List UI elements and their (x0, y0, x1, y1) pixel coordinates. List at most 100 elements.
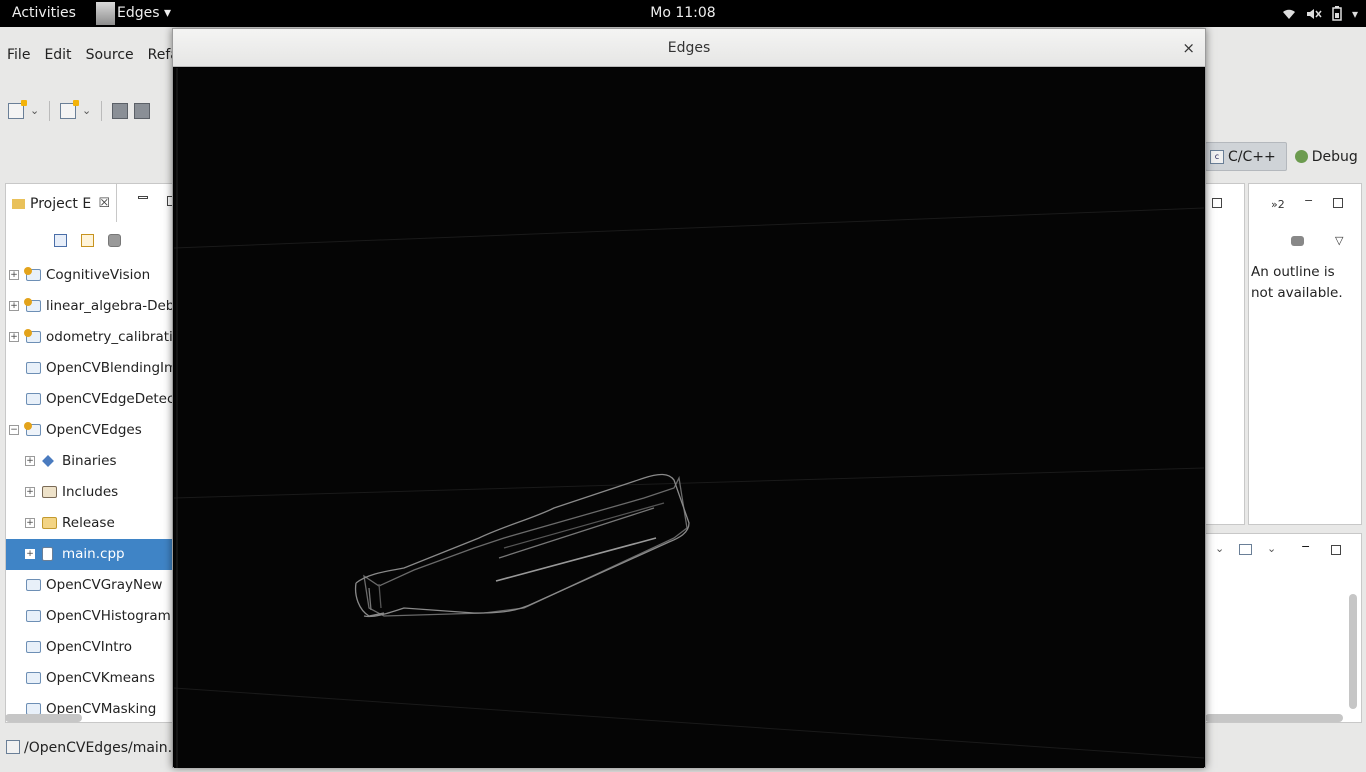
tree-item-label: Includes (62, 484, 119, 500)
expand-icon[interactable]: + (9, 332, 19, 342)
view-menu-icon[interactable] (108, 234, 121, 247)
folder-icon (26, 672, 41, 684)
tree-item[interactable]: + Binaries (6, 446, 172, 477)
link-with-editor-icon[interactable] (81, 234, 94, 247)
tree-item[interactable]: OpenCVHistogram (6, 601, 172, 632)
close-icon[interactable]: × (1182, 29, 1195, 67)
new-icon[interactable] (8, 100, 27, 119)
menu-bar: File Edit Source Refa (0, 44, 186, 66)
tree-item-label: OpenCVIntro (46, 639, 133, 655)
expand-icon[interactable]: + (25, 518, 35, 528)
toolbar-separator (49, 101, 50, 121)
tab-label: Project E (30, 196, 92, 212)
tree-item-label: OpenCVEdges (46, 422, 142, 438)
expand-icon[interactable]: + (9, 270, 19, 280)
console-view: ⌄ ⌄ − (1205, 533, 1362, 723)
project-icon (24, 298, 41, 312)
tree-item[interactable]: OpenCVEdgeDetect (6, 384, 173, 415)
tree-item-label: CognitiveVision (46, 267, 151, 283)
perspective-debug-label: Debug (1311, 148, 1358, 165)
tree-item[interactable]: + linear_algebra-Debu (6, 291, 173, 322)
window-titlebar[interactable]: Edges × (173, 29, 1205, 67)
explorer-toolbar (54, 234, 121, 247)
tree-item-label: OpenCVKmeans (46, 670, 155, 686)
tree-item[interactable]: − OpenCVEdges (6, 415, 172, 446)
chevron-down-icon[interactable]: ⌄ (30, 103, 39, 119)
chevron-down-icon[interactable]: ⌄ (82, 103, 91, 119)
tree-item-label: OpenCVEdgeDetect (46, 391, 173, 407)
folder-icon (12, 199, 25, 209)
main-toolbar: ⌄ ⌄ (8, 98, 150, 124)
tree-item[interactable]: OpenCVBlendingIm (6, 353, 173, 384)
includes-icon (42, 486, 57, 498)
tree-item[interactable]: + Includes (6, 477, 172, 508)
minimize-icon[interactable] (138, 196, 148, 199)
perspective-cpp-button[interactable]: c C/C++ (1205, 142, 1287, 171)
chevron-down-icon[interactable]: ▽ (1335, 234, 1343, 247)
maximize-icon[interactable] (1333, 198, 1343, 208)
edges-image-canvas[interactable] (173, 68, 1205, 768)
edge-detection-image (173, 68, 1205, 768)
tree-item-label: OpenCVGrayNew (46, 577, 163, 593)
open-console-icon[interactable] (1239, 544, 1252, 555)
tree-item[interactable]: + main.cpp (6, 539, 172, 570)
gnome-top-bar: Activities Edges ▾ Mo 11:08 ▾ (0, 0, 1366, 27)
save-icon[interactable] (112, 103, 128, 119)
tree-item[interactable]: OpenCVGrayNew (6, 570, 172, 601)
tree-item[interactable]: + odometry_calibratic (6, 322, 172, 353)
horizontal-scrollbar[interactable] (1205, 714, 1343, 722)
folder-icon (26, 579, 41, 591)
chevron-down-icon[interactable]: ⌄ (1215, 542, 1224, 555)
project-icon (24, 329, 41, 343)
status-bar: /OpenCVEdges/main.cp (0, 735, 189, 761)
folder-icon (26, 393, 41, 405)
tree-item-label: linear_algebra-Debu (46, 298, 173, 314)
expand-icon[interactable]: + (25, 487, 35, 497)
minimize-icon[interactable]: − (1301, 540, 1310, 553)
more-views-indicator[interactable]: »2 (1271, 198, 1285, 211)
collapse-all-icon[interactable] (54, 234, 67, 247)
toolbar-separator (101, 101, 102, 121)
gear-icon[interactable] (1291, 236, 1304, 246)
chevron-down-icon[interactable]: ⌄ (1267, 542, 1276, 555)
expand-icon[interactable]: + (25, 456, 35, 466)
folder-icon (26, 362, 41, 374)
tab-project-explorer[interactable]: Project E ☒ (6, 184, 117, 222)
maximize-icon[interactable] (1331, 545, 1341, 555)
expand-icon[interactable]: + (9, 301, 19, 311)
expand-icon[interactable]: + (25, 549, 35, 559)
maximize-icon[interactable] (1212, 198, 1222, 208)
tree-item[interactable]: + CognitiveVision (6, 260, 172, 291)
tree-item[interactable]: OpenCVKmeans (6, 663, 172, 694)
close-icon[interactable]: ☒ (98, 184, 110, 224)
project-explorer: Project E ☒ + CognitiveVision + linear_alge… (5, 183, 173, 723)
horizontal-scrollbar[interactable] (5, 714, 82, 722)
save-all-icon[interactable] (134, 103, 150, 119)
tree-item-label: Binaries (62, 453, 117, 469)
tree-item[interactable]: OpenCVIntro (6, 632, 172, 663)
outline-message: An outline is not available. (1251, 264, 1343, 301)
tree-item-label: OpenCVBlendingIm (46, 360, 173, 376)
folder-icon (26, 610, 41, 622)
bug-icon (1294, 150, 1308, 163)
folder-open-icon (42, 517, 57, 529)
bottle-outline (354, 473, 690, 618)
system-tray[interactable]: ▾ (1282, 0, 1358, 27)
cpp-perspective-icon: c (1210, 149, 1224, 164)
perspective-debug-button[interactable]: Debug (1287, 149, 1366, 165)
project-icon (24, 267, 41, 281)
collapse-icon[interactable]: − (9, 425, 19, 435)
new-class-icon[interactable] (60, 100, 79, 119)
menu-edit[interactable]: Edit (37, 44, 78, 66)
menu-source[interactable]: Source (79, 44, 141, 66)
vertical-scrollbar[interactable] (1349, 594, 1357, 709)
tree-item[interactable]: + Release (6, 508, 172, 539)
tree-item-label: main.cpp (62, 546, 125, 562)
menu-file[interactable]: File (0, 44, 37, 66)
clock[interactable]: Mo 11:08 (0, 0, 1366, 27)
chevron-down-icon: ▾ (1351, 6, 1358, 21)
minimize-icon[interactable]: − (1304, 194, 1313, 207)
perspective-switcher: c C/C++ Debug (1205, 141, 1366, 172)
volume-icon (1306, 8, 1322, 19)
binaries-icon (42, 455, 57, 467)
